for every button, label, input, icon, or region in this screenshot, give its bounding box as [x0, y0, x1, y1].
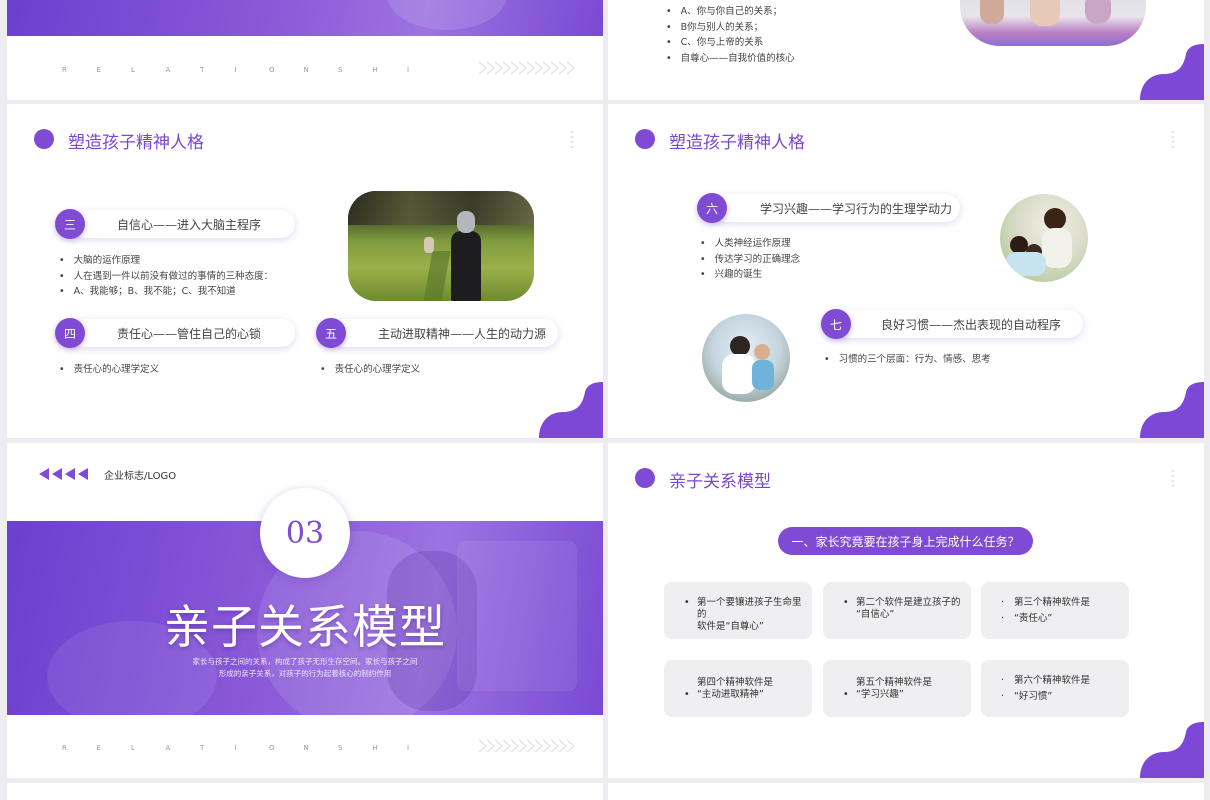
mother-children-photo: [1000, 194, 1088, 282]
list-item: 责任心的心理学定义: [59, 362, 160, 378]
card-line: “学习兴趣”: [856, 689, 904, 700]
list-item: 自尊心——自我价值的核心: [666, 51, 795, 67]
list-item: 兴趣的诞生: [700, 267, 800, 283]
section-dot: [635, 129, 655, 149]
topic-label: 学习兴趣——学习行为的生理学动力: [760, 201, 953, 216]
card-line: 第三个精神软件是: [1014, 597, 1091, 608]
number-badge: 五: [316, 318, 346, 348]
section-dot: [635, 468, 655, 488]
card-line: 第二个软件是建立孩子的: [856, 597, 961, 608]
software-card: • 第一个要镶进孩子生命里的 软件是“自尊心”: [664, 582, 812, 639]
slide-relationship-top-left: RELATIONSHI: [7, 0, 603, 100]
list-item: A、我能够；B、我不能；C、我不知道: [59, 284, 273, 300]
topic-label: 责任心——管住自己的心锁: [117, 326, 262, 341]
page-title: 塑造孩子精神人格: [68, 133, 204, 153]
chevron-down-icon: ⌄ ⌄ ⌄ ⌄: [1169, 126, 1177, 150]
topic-pill-learning-interest: 学习兴趣——学习行为的生理学动力: [712, 194, 960, 222]
list-item: C、你与上帝的关系: [666, 35, 795, 51]
decorative-blob: [1140, 382, 1204, 438]
section-number: 03: [260, 488, 350, 578]
decorative-blob: [539, 382, 603, 438]
section-dot: [34, 129, 54, 149]
card-line: “责任心”: [1014, 613, 1053, 624]
software-card: · 第三个精神软件是 · “责任心”: [981, 582, 1129, 639]
card-line: “自信心”: [856, 609, 895, 620]
list-item: B你与别人的关系；: [666, 20, 795, 36]
number-badge: 四: [55, 318, 85, 348]
slide-shape-personality-1: 塑造孩子精神人格 ⌄⌄⌄⌄ 自信心——进入大脑主程序 三 大脑的运作原理 人在遇…: [7, 104, 603, 438]
software-card: • 第二个软件是建立孩子的 “自信心”: [823, 582, 971, 639]
list-item: 习惯的三个层面：行为、情感、思考: [824, 352, 991, 368]
relationship-letter-row: RELATIONSHI: [62, 744, 410, 752]
chevron-down-icon: ⌄ ⌄ ⌄ ⌄: [1169, 465, 1177, 489]
card-line: 软件是“自尊心”: [697, 621, 764, 632]
slide-shape-personality-2: 塑造孩子精神人格 ⌄⌄⌄⌄ 学习兴趣——学习行为的生理学动力 六 人类神经运作原…: [608, 104, 1204, 438]
triangle-left-icon: [39, 468, 88, 480]
card-line: 第一个要镶进孩子生命里的: [697, 597, 802, 620]
decorative-blob: [1140, 44, 1204, 100]
software-card: 第五个精神软件是 • “学习兴趣”: [823, 660, 971, 717]
habits-bullet-list: 习惯的三个层面：行为、情感、思考: [824, 352, 991, 368]
page-title: 亲子关系模型: [669, 472, 771, 492]
slide-next-right: [608, 783, 1204, 800]
topic-pill-confidence: 自信心——进入大脑主程序: [69, 210, 295, 238]
slide-section-cover: 企业标志/LOGO 03 亲子关系模型 家长与孩子之间的关系，构成了孩子无形生存…: [7, 443, 603, 778]
list-item: 责任心的心理学定义: [320, 362, 421, 378]
topic-pill-initiative: 主动进取精神——人生的动力源: [330, 319, 558, 347]
field-walk-photo: [348, 191, 534, 301]
list-item: 大脑的运作原理: [59, 253, 273, 269]
number-badge: 六: [697, 193, 727, 223]
card-line: “主动进取精神”: [697, 689, 764, 700]
number-badge: 三: [55, 209, 85, 239]
chevron-right-icon: [478, 739, 575, 753]
decorative-blob: [1140, 722, 1204, 778]
yoga-photo: [960, 0, 1146, 46]
section-subtitle: 家长与孩子之间的关系，构成了孩子无形生存空间。家长与孩子之间 形成的亲子关系，对…: [7, 656, 603, 680]
card-line: 第六个精神软件是: [1014, 675, 1091, 686]
slide-next-left: [7, 783, 603, 800]
topic-label: 自信心——进入大脑主程序: [117, 217, 262, 232]
initiative-bullet-list: 责任心的心理学定义: [320, 362, 421, 378]
learning-bullet-list: 人类神经运作原理 传达学习的正确理念 兴趣的诞生: [700, 236, 801, 283]
list-item: A、你与你自己的关系；: [666, 4, 795, 20]
list-item: 传达学习的正确理念: [700, 252, 801, 268]
topic-pill-responsibility: 责任心——管住自己的心锁: [69, 319, 295, 347]
number-badge: 七: [821, 309, 851, 339]
page-title: 塑造孩子精神人格: [669, 133, 805, 153]
subtitle-line: 形成的亲子关系，对孩子的行为起着核心的制约作用: [218, 669, 392, 678]
card-line: 第四个精神软件是: [697, 677, 774, 688]
topic-pill-good-habits: 良好习惯——杰出表现的自动程序: [833, 310, 1083, 338]
section-title: 亲子关系模型: [164, 600, 446, 654]
relationship-letter-row: RELATIONSHI: [62, 66, 410, 74]
card-line: 第五个精神软件是: [856, 677, 933, 688]
slide-parent-child-model: 亲子关系模型 ⌄ ⌄ ⌄ ⌄ 一、家长究竟要在孩子身上完成什么任务？ • 第一个要镶进孩…: [608, 443, 1204, 778]
list-item: 人在遇到一件以前没有做过的事情的三种态度：: [59, 269, 274, 285]
topic-label: 主动进取精神——人生的动力源: [378, 326, 547, 341]
card-line: “好习惯”: [1014, 691, 1053, 702]
list-item: 人类神经运作原理: [700, 236, 800, 252]
topic-label: 良好习惯——杰出表现的自动程序: [881, 317, 1062, 332]
slide-relationships-top-right: A、你与你自己的关系； B你与别人的关系； C、你与上帝的关系 自尊心——自我价…: [608, 0, 1204, 100]
confidence-bullet-list: 大脑的运作原理 人在遇到一件以前没有做过的事情的三种态度： A、我能够；B、我不…: [59, 253, 274, 300]
responsibility-bullet-list: 责任心的心理学定义: [59, 362, 160, 378]
relationship-bullet-list: A、你与你自己的关系； B你与别人的关系； C、你与上帝的关系 自尊心——自我价…: [666, 4, 795, 66]
chevron-down-icon: ⌄ ⌄ ⌄ ⌄: [568, 126, 576, 150]
software-card: 第四个精神软件是 • “主动进取精神”: [664, 660, 812, 717]
software-card: · 第六个精神软件是 · “好习惯”: [981, 660, 1129, 717]
purple-banner: [7, 0, 603, 36]
logo-placeholder: 企业标志/LOGO: [104, 471, 177, 482]
subtitle-line: 家长与孩子之间的关系，构成了孩子无形生存空间。家长与孩子之间: [192, 657, 418, 666]
question-banner: 一、家长究竟要在孩子身上完成什么任务？: [778, 527, 1033, 555]
chevron-right-icon: [478, 61, 575, 75]
father-son-photo: [702, 314, 790, 402]
